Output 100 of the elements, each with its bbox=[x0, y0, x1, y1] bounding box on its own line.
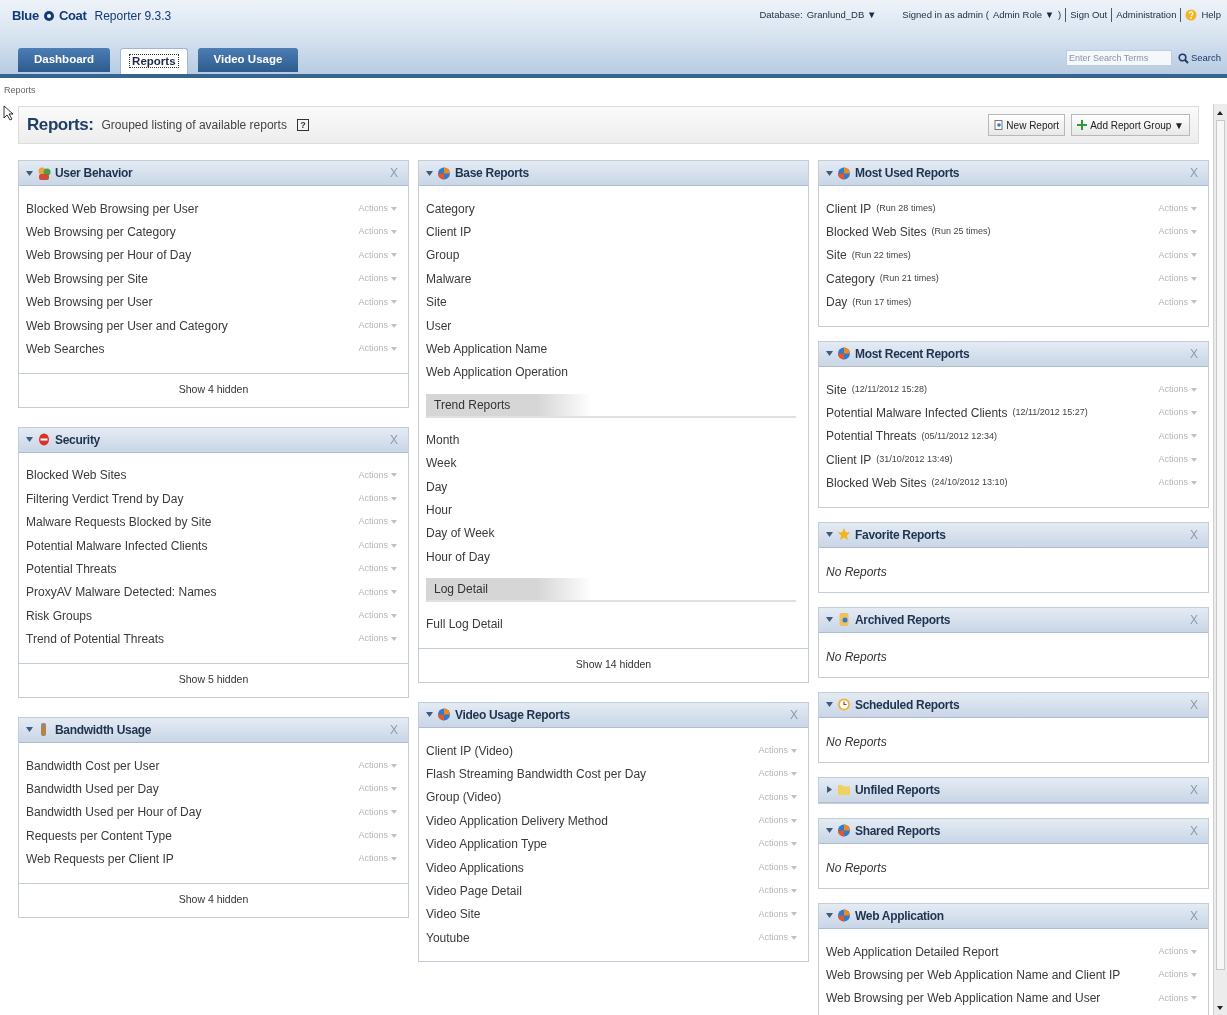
report-link[interactable]: Category bbox=[826, 269, 875, 288]
report-link[interactable]: Web Application Name bbox=[426, 340, 548, 359]
report-link[interactable]: Potential Threats bbox=[826, 427, 917, 446]
report-link[interactable]: Bandwidth Used per Hour of Day bbox=[26, 803, 202, 822]
help-button[interactable]: ? bbox=[296, 119, 309, 131]
report-link[interactable]: Malware bbox=[426, 269, 472, 288]
show-hidden-button[interactable]: Show 14 hidden bbox=[575, 657, 652, 674]
report-link[interactable]: Potential Threats bbox=[26, 560, 117, 578]
caret-icon bbox=[791, 818, 797, 823]
report-link[interactable]: Client IP bbox=[826, 450, 872, 469]
report-link[interactable]: Group (Video) bbox=[426, 788, 502, 807]
collapse-icon[interactable] bbox=[426, 711, 433, 719]
collapse-icon[interactable] bbox=[826, 169, 833, 177]
show-hidden-button[interactable]: Show 5 hidden bbox=[178, 672, 249, 689]
plus-icon bbox=[1077, 120, 1088, 130]
collapse-icon[interactable] bbox=[26, 169, 33, 177]
caret-icon bbox=[791, 842, 797, 847]
globe-icon bbox=[437, 165, 451, 181]
section-heading: Trend Reports bbox=[426, 394, 796, 419]
report-link[interactable]: Client IP bbox=[426, 223, 472, 242]
search-button[interactable]: Search bbox=[1177, 50, 1221, 66]
show-hidden-button[interactable]: Show 4 hidden bbox=[178, 382, 249, 399]
report-link[interactable]: Month bbox=[426, 430, 460, 449]
report-link[interactable]: Video Application Type bbox=[426, 835, 547, 854]
expand-icon[interactable] bbox=[826, 786, 833, 794]
panel-title: Base Reports bbox=[455, 165, 529, 182]
report-link[interactable]: Web Searches bbox=[26, 340, 105, 359]
report-link[interactable]: Web Browsing per Hour of Day bbox=[26, 246, 192, 265]
report-link[interactable]: Day bbox=[426, 477, 448, 496]
panel-title: Scheduled Reports bbox=[855, 696, 960, 714]
collapse-icon[interactable] bbox=[826, 616, 833, 624]
breadcrumb[interactable]: Reports bbox=[0, 78, 1227, 102]
report-link[interactable]: User bbox=[426, 316, 452, 335]
search-field[interactable]: Enter Search Terms bbox=[1065, 50, 1172, 66]
report-link[interactable]: Potential Malware Infected Clients bbox=[826, 404, 1008, 423]
report-link[interactable]: Hour bbox=[426, 501, 452, 519]
report-link[interactable]: Video Site bbox=[426, 905, 481, 924]
report-link[interactable]: Site bbox=[426, 293, 447, 312]
report-link[interactable]: Web Application Operation bbox=[426, 363, 568, 382]
database-selector[interactable]: Granlund_DB ▼ bbox=[806, 8, 877, 23]
report-link[interactable]: Web Application Detailed Report bbox=[826, 942, 999, 961]
report-link[interactable]: Malware Requests Blocked by Site bbox=[26, 513, 212, 532]
report-link[interactable]: Video Page Detail bbox=[426, 881, 522, 900]
report-link[interactable]: Requests per Content Type bbox=[26, 826, 172, 845]
report-link[interactable]: Web Browsing per Category bbox=[26, 223, 176, 242]
collapse-icon[interactable] bbox=[426, 169, 433, 177]
report-link[interactable]: Hour of Day bbox=[426, 547, 491, 566]
collapse-icon[interactable] bbox=[26, 436, 33, 444]
report-link[interactable]: Web Requests per Client IP bbox=[26, 850, 174, 869]
header-link[interactable]: Sign Out bbox=[1070, 8, 1108, 23]
report-link[interactable]: Youtube bbox=[426, 928, 470, 947]
collapse-icon[interactable] bbox=[826, 350, 833, 358]
report-link[interactable]: Client IP bbox=[826, 199, 872, 218]
report-link[interactable]: Blocked Web Sites bbox=[826, 474, 927, 493]
report-link[interactable]: Web Browsing per User and Category bbox=[26, 316, 228, 335]
report-link[interactable]: Blocked Web Sites bbox=[826, 223, 927, 242]
report-link[interactable]: Day bbox=[826, 293, 848, 312]
report-link[interactable]: Bandwidth Used per Day bbox=[26, 779, 159, 798]
collapse-icon[interactable] bbox=[26, 726, 33, 734]
report-link[interactable]: Web Browsing per Site bbox=[26, 269, 148, 288]
report-link[interactable]: Web Browsing per Web Application Name and User bbox=[826, 989, 1101, 1008]
report-link[interactable]: Day of Week bbox=[426, 524, 495, 543]
report-link[interactable]: Week bbox=[426, 454, 457, 473]
report-link[interactable]: Blocked Web Browsing per User bbox=[26, 199, 199, 218]
collapse-icon[interactable] bbox=[826, 701, 833, 709]
collapse-icon[interactable] bbox=[826, 912, 833, 920]
collapse-icon[interactable] bbox=[826, 531, 833, 539]
report-link[interactable]: Category bbox=[426, 199, 475, 218]
report-link[interactable]: Group bbox=[426, 246, 460, 265]
role-selector[interactable]: Admin Role ▼ bbox=[992, 8, 1055, 23]
scrollbar[interactable] bbox=[1213, 104, 1227, 1015]
tab[interactable]: Dashboard bbox=[18, 48, 111, 72]
report-link[interactable]: Site bbox=[826, 246, 847, 265]
report-link[interactable]: Trend of Potential Threats bbox=[26, 630, 165, 649]
caret-icon bbox=[391, 543, 397, 548]
report-link[interactable]: Filtering Verdict Trend by Day bbox=[26, 489, 184, 508]
help-link[interactable]: Help bbox=[1201, 8, 1221, 23]
report-link[interactable]: Blocked Web Sites bbox=[26, 466, 127, 485]
report-link[interactable]: Client IP (Video) bbox=[426, 741, 513, 760]
report-link[interactable]: Bandwidth Cost per User bbox=[26, 756, 160, 775]
report-link[interactable]: Flash Streaming Bandwidth Cost per Day bbox=[426, 764, 647, 783]
show-hidden-button[interactable]: Show 4 hidden bbox=[178, 892, 249, 909]
caret-icon bbox=[791, 771, 797, 776]
add-group-button[interactable]: Add Report Group ▼ bbox=[1071, 114, 1190, 136]
report-note: (Run 21 times) bbox=[879, 272, 939, 286]
header-link[interactable]: Administration bbox=[1116, 8, 1177, 23]
report-link[interactable]: Video Applications bbox=[426, 858, 524, 877]
report-link[interactable]: Video Application Delivery Method bbox=[426, 811, 608, 830]
report-link[interactable]: Potential Malware Infected Clients bbox=[26, 536, 208, 555]
tab[interactable]: Video Usage bbox=[197, 48, 299, 72]
report-link[interactable]: Site bbox=[826, 380, 847, 399]
report-link[interactable]: Web Browsing per Web Application Name and Client IP bbox=[826, 966, 1121, 984]
tab[interactable]: Reports bbox=[120, 48, 188, 74]
new-report-button[interactable]: New Report bbox=[988, 114, 1066, 136]
report-link[interactable]: Full Log Detail bbox=[426, 615, 503, 634]
scroll-thumb[interactable] bbox=[1216, 120, 1225, 970]
report-link[interactable]: Web Browsing per User bbox=[26, 293, 153, 312]
report-link[interactable]: Risk Groups bbox=[26, 606, 93, 625]
report-link[interactable]: ProxyAV Malware Detected: Names bbox=[26, 583, 217, 602]
collapse-icon[interactable] bbox=[826, 827, 833, 835]
